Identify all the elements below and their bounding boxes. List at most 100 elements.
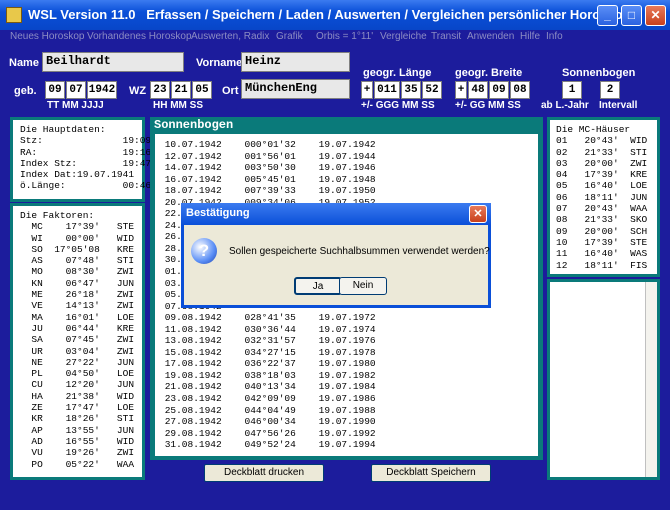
haus-row: 09 20°00' SCH — [556, 225, 648, 237]
sonnenbogen-row: 14.07.1942 003°50'30 19.07.1946 — [159, 162, 376, 174]
sonnenbogen-row: 21.08.1942 040°13'34 19.07.1984 — [159, 381, 376, 393]
breite-label: geogr. Breite — [455, 67, 523, 79]
faktor-row: AP 13°55' JUN — [20, 424, 135, 436]
sonnenbogen-row: 23.08.1942 042°09'09 19.07.1986 — [159, 393, 376, 405]
geb-year-field[interactable]: 1942 — [87, 81, 117, 99]
faktor-row: VE 14°13' ZWI — [20, 300, 135, 312]
haus-row: 06 18°11' JUN — [556, 191, 648, 203]
wz-second-field[interactable]: 05 — [192, 81, 212, 99]
wz-minute-field[interactable]: 21 — [171, 81, 191, 99]
name-field[interactable]: Beilhardt — [42, 52, 184, 72]
close-button[interactable]: ✕ — [645, 5, 666, 26]
sonnenbogen-row: 09.08.1942 028°41'35 19.07.1972 — [159, 312, 376, 324]
hauptdaten-row: Stz: 19:09:02 — [20, 135, 169, 147]
faktor-row: AS 07°48' STI — [20, 255, 135, 267]
faktor-row: SA 07°45' ZWI — [20, 334, 135, 346]
deckblatt-speichern-button[interactable]: Deckblatt Speichern — [371, 464, 491, 482]
sonnenbogen-row: 13.08.1942 032°31'57 19.07.1976 — [159, 335, 376, 347]
geb-label: geb. — [14, 85, 37, 97]
laenge-degree-field[interactable]: 011 — [374, 81, 400, 99]
question-icon: ? — [191, 238, 217, 264]
vorname-field[interactable]: Heinz — [241, 52, 350, 72]
geb-month-field[interactable]: 07 — [66, 81, 86, 99]
faktor-row: SO 17°05'08 KRE — [20, 243, 135, 255]
yes-button[interactable]: Ja — [294, 277, 342, 295]
faktor-row: VU 19°26' ZWI — [20, 447, 135, 459]
notes-panel[interactable] — [547, 279, 660, 480]
minimize-button[interactable]: _ — [597, 5, 618, 26]
dialog-close-button[interactable]: ✕ — [469, 205, 487, 223]
faktor-row: NE 27°22' JUN — [20, 356, 135, 368]
hauptdaten-row: Index Dat:19.07.1941 — [20, 169, 135, 181]
faktor-row: MA 16°01' LOE — [20, 311, 135, 323]
menu-grafik[interactable]: Grafik — [276, 31, 303, 42]
breite-second-field[interactable]: 08 — [510, 81, 530, 99]
hauptdaten-panel: Die Hauptdaten: Stz: 19:09:02 RA: 19:16:… — [10, 117, 169, 202]
sonnenbogen-row: 16.07.1942 005°45'01 19.07.1948 — [159, 173, 376, 185]
haus-row: 10 17°39' STE — [556, 236, 648, 248]
sonnenbogen-row: 31.08.1942 049°52'24 19.07.1994 — [159, 439, 376, 451]
sonnenbogen-row: 25.08.1942 044°04'49 19.07.1988 — [159, 404, 376, 416]
faktor-row: PO 05°22' WAA — [20, 458, 135, 470]
sonnenbogen-row: 11.08.1942 030°36'44 19.07.1974 — [159, 323, 376, 335]
sonnenbogen-row: 10.07.1942 000°01'32 19.07.1942 — [159, 139, 376, 150]
haus-row: 02 21°33' STI — [556, 146, 648, 158]
ort-field[interactable]: MünchenEng — [241, 79, 350, 99]
menu-transit[interactable]: Transit — [431, 31, 461, 42]
laenge-sign-field[interactable]: + — [361, 81, 373, 99]
haus-row: 07 20°43' WAA — [556, 203, 648, 215]
faktor-row: ZE 17°47' LOE — [20, 402, 135, 414]
faktor-row: MC 17°39' STE — [20, 221, 135, 233]
breite-degree-field[interactable]: 48 — [468, 81, 488, 99]
sonnenbogen-row: 15.08.1942 034°27'15 19.07.1978 — [159, 346, 376, 358]
sonnenbogen-row: 29.08.1942 047°56'26 19.07.1992 — [159, 427, 376, 439]
breite-sign-field[interactable]: + — [455, 81, 467, 99]
menu-vergleiche[interactable]: Vergleiche — [380, 31, 427, 42]
breite-sublabel: +/- GG MM SS — [455, 100, 521, 111]
faktor-row: HA 21°38' WID — [20, 390, 135, 402]
sonnenbogen-row: 19.08.1942 038°18'03 19.07.1982 — [159, 369, 376, 381]
deckblatt-drucken-button[interactable]: Deckblatt drucken — [204, 464, 324, 482]
menu-vorhandenes-horoskop[interactable]: Vorhandenes Horoskop — [87, 31, 192, 42]
scrollbar[interactable] — [645, 282, 657, 477]
haus-row: 11 16°40' WAS — [556, 248, 648, 260]
faktor-row: UR 03°04' ZWI — [20, 345, 135, 357]
geb-sublabel: TT MM JJJJ — [47, 100, 104, 111]
haus-row: 03 20°00' ZWI — [556, 157, 648, 169]
wz-hour-field[interactable]: 23 — [150, 81, 170, 99]
menu-anwenden[interactable]: Anwenden — [467, 31, 514, 42]
name-label: Name — [9, 57, 39, 69]
faktoren-title: Die Faktoren: — [20, 210, 95, 221]
sb-intervall-field[interactable]: 2 — [600, 81, 620, 99]
sb-jahr-field[interactable]: 1 — [562, 81, 582, 99]
wz-label: WZ — [129, 85, 147, 97]
faktor-row: MO 08°30' ZWI — [20, 266, 135, 278]
laenge-second-field[interactable]: 52 — [422, 81, 442, 99]
geb-day-field[interactable]: 09 — [45, 81, 65, 99]
haus-row: 04 17°39' KRE — [556, 169, 648, 181]
dialog-title: Bestätigung — [186, 207, 250, 219]
maximize-button[interactable]: □ — [621, 5, 642, 26]
menu-info[interactable]: Info — [546, 31, 563, 42]
menu-orbis[interactable]: Orbis = 1°11' — [316, 31, 373, 42]
wz-sublabel: HH MM SS — [153, 100, 203, 111]
menu-hilfe[interactable]: Hilfe — [520, 31, 540, 42]
faktoren-panel: Die Faktoren: MC 17°39' STE WI 00°00' WI… — [10, 203, 145, 480]
no-button[interactable]: Nein — [339, 277, 387, 295]
menu-auswerten-radix[interactable]: Auswerten, Radix — [191, 31, 269, 42]
breite-minute-field[interactable]: 09 — [489, 81, 509, 99]
faktor-row: KN 06°47' JUN — [20, 277, 135, 289]
hauptdaten-row: ö.Länge: 00:46:23 — [20, 180, 169, 192]
laenge-minute-field[interactable]: 35 — [401, 81, 421, 99]
haus-row: 12 18°11' FIS — [556, 259, 648, 271]
haus-row: 08 21°33' SKO — [556, 214, 648, 226]
faktor-row: CU 12°20' JUN — [20, 379, 135, 391]
ort-label: Ort — [222, 85, 239, 97]
app-icon — [6, 7, 22, 23]
sonnenbogen-row: 12.07.1942 001°56'01 19.07.1944 — [159, 150, 376, 162]
menu-neues-horoskop[interactable]: Neues Horoskop — [10, 31, 84, 42]
laenge-sublabel: +/- GGG MM SS — [361, 100, 435, 111]
sonnenbogen-row: 27.08.1942 046°00'34 19.07.1990 — [159, 416, 376, 428]
faktor-row: KR 18°26' STI — [20, 413, 135, 425]
haus-row: 05 16°40' LOE — [556, 180, 648, 192]
